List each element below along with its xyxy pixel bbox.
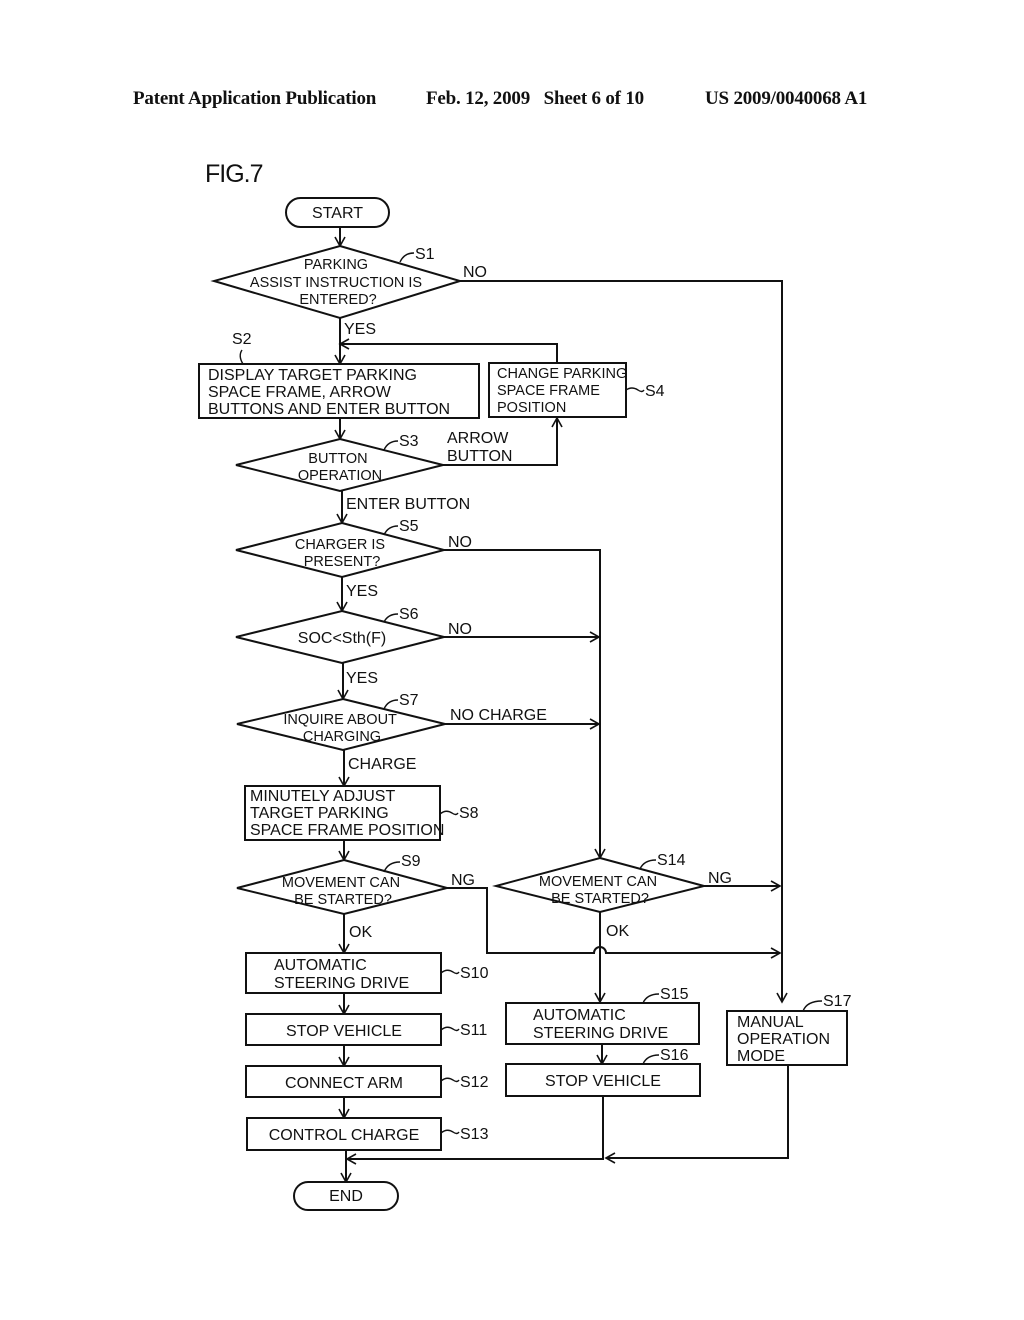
step-id-s7: S7 xyxy=(399,692,419,709)
process-s2: DISPLAY TARGET PARKING SPACE FRAME, ARRO… xyxy=(198,363,480,419)
label-s5-yes: YES xyxy=(346,583,378,600)
label-s7-no-charge: NO CHARGE xyxy=(450,707,547,724)
step-id-s13: S13 xyxy=(460,1126,489,1143)
process-s4: CHANGE PARKING SPACE FRAME POSITION xyxy=(488,362,627,418)
label-s1-no: NO xyxy=(463,264,487,281)
process-s10: AUTOMATIC STEERING DRIVE xyxy=(245,952,442,994)
step-id-s14: S14 xyxy=(657,852,686,869)
label-s14-ng: NG xyxy=(708,870,732,887)
step-id-s9: S9 xyxy=(401,853,421,870)
step-id-s15: S15 xyxy=(660,986,689,1003)
step-id-s8: S8 xyxy=(459,805,479,822)
process-s13: CONTROL CHARGE xyxy=(246,1117,442,1151)
label-s6-yes: YES xyxy=(346,670,378,687)
process-s16-text: STOP VEHICLE xyxy=(545,1073,661,1090)
step-id-s3: S3 xyxy=(399,433,419,450)
decision-s6-text: SOC<Sth(F) xyxy=(298,630,386,647)
process-s15: AUTOMATIC STEERING DRIVE xyxy=(505,1002,700,1045)
process-s12-text: CONNECT ARM xyxy=(285,1075,403,1092)
label-s3-enter-button: ENTER BUTTON xyxy=(346,496,470,513)
label-s7-charge: CHARGE xyxy=(348,756,416,773)
decision-s5-text: CHARGER IS PRESENT? xyxy=(295,537,389,570)
step-id-s1: S1 xyxy=(415,246,435,263)
decision-s3-text: BUTTON OPERATION xyxy=(298,451,382,484)
step-id-s17: S17 xyxy=(823,993,852,1010)
process-s8: MINUTELY ADJUST TARGET PARKING SPACE FRA… xyxy=(244,785,444,841)
terminal-start-text: START xyxy=(312,205,363,222)
label-s9-ok: OK xyxy=(349,924,372,941)
step-id-s2: S2 xyxy=(232,331,252,348)
arrow-s4-s2 xyxy=(338,338,558,364)
process-s12: CONNECT ARM xyxy=(245,1065,442,1098)
label-s14-ok: OK xyxy=(606,923,629,940)
step-id-s12: S12 xyxy=(460,1074,489,1091)
decision-s9-text: MOVEMENT CAN BE STARTED? xyxy=(282,875,404,908)
step-id-s6: S6 xyxy=(399,606,419,623)
process-s11-text: STOP VEHICLE xyxy=(286,1023,402,1040)
label-s9-ng: NG xyxy=(451,872,475,889)
step-id-s16: S16 xyxy=(660,1047,689,1064)
process-s11: STOP VEHICLE xyxy=(245,1013,442,1046)
label-s1-yes: YES xyxy=(344,321,376,338)
terminal-start: START xyxy=(285,197,390,228)
terminal-end: END xyxy=(293,1181,399,1211)
step-id-s10: S10 xyxy=(460,965,489,982)
step-id-s5: S5 xyxy=(399,518,419,535)
terminal-end-text: END xyxy=(329,1188,363,1205)
process-s16: STOP VEHICLE xyxy=(505,1063,701,1097)
decision-s14-text: MOVEMENT CAN BE STARTED? xyxy=(539,874,661,907)
label-s6-no: NO xyxy=(448,621,472,638)
label-s5-no: NO xyxy=(448,534,472,551)
process-s13-text: CONTROL CHARGE xyxy=(269,1127,420,1144)
step-id-s4: S4 xyxy=(645,383,665,400)
label-s3-arrow-button: ARROW BUTTON xyxy=(447,430,513,465)
process-s17: MANUAL OPERATION MODE xyxy=(726,1010,848,1066)
step-id-s11: S11 xyxy=(460,1022,487,1039)
flowchart: START END PARKING ASSIST INSTRUCTION IS … xyxy=(198,197,852,1211)
